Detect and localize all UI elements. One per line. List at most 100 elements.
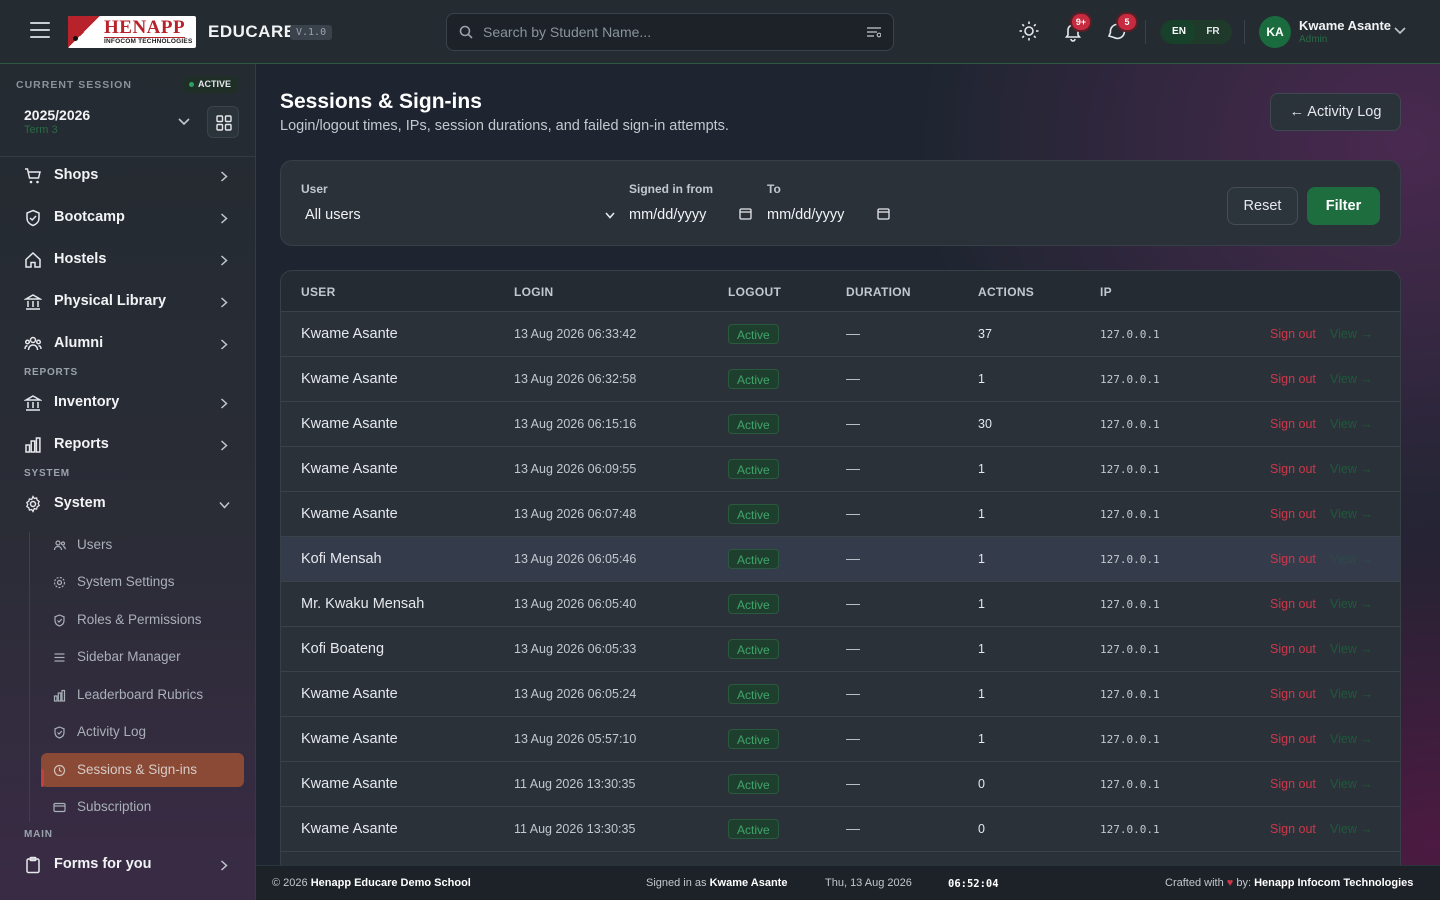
- view-link[interactable]: View →: [1330, 552, 1373, 566]
- to-label: To: [767, 182, 781, 196]
- sidebar-item-bootcamp[interactable]: Bootcamp: [16, 200, 240, 236]
- footer-copyright: © 2026 Henapp Educare Demo School: [272, 877, 471, 889]
- section-label-reports: REPORTS: [24, 367, 78, 378]
- sidebar-item-system[interactable]: System: [16, 486, 240, 522]
- view-link[interactable]: View →: [1330, 597, 1373, 611]
- status-badge: Active: [728, 504, 779, 524]
- column-header-actions: ACTIONS: [978, 285, 1035, 299]
- sidebar-item-alumni[interactable]: Alumni: [16, 326, 240, 362]
- activity-log-back-button[interactable]: ← Activity Log: [1270, 93, 1401, 131]
- view-link[interactable]: View →: [1330, 507, 1373, 521]
- table-row[interactable]: Mr. Kwaku Mensah 13 Aug 2026 06:05:40 Acti…: [281, 582, 1400, 627]
- view-link[interactable]: View →: [1330, 687, 1373, 701]
- sign-out-link[interactable]: Sign out: [1270, 327, 1316, 341]
- search-icon: [459, 25, 473, 39]
- search-input[interactable]: [483, 14, 863, 50]
- sidebar-item-hostels[interactable]: Hostels: [16, 242, 240, 278]
- session-year[interactable]: 2025/2026: [24, 107, 90, 123]
- table-row[interactable]: Kwame Asante 11 Aug 2026 13:30:35 Active — 0…: [281, 762, 1400, 807]
- calendar-icon[interactable]: [877, 207, 890, 220]
- view-link[interactable]: View →: [1330, 642, 1373, 656]
- filter-lines-icon[interactable]: [867, 26, 881, 38]
- table-row[interactable]: Kwame Asante 11 Aug 2026 13:30:35 Active — 0…: [281, 807, 1400, 852]
- sidebar-item-inventory[interactable]: Inventory: [16, 385, 240, 421]
- sign-out-link[interactable]: Sign out: [1270, 507, 1316, 521]
- chevron-down-icon[interactable]: [1394, 27, 1406, 35]
- submenu-guide-line: [29, 532, 30, 822]
- filter-button[interactable]: Filter: [1307, 187, 1380, 225]
- table-row[interactable]: Kofi Boateng 13 Aug 2026 06:05:33 Active — 1…: [281, 627, 1400, 672]
- cell-ip: 127.0.0.1: [1100, 508, 1160, 521]
- table-row[interactable]: Kwame Asante 13 Aug 2026 06:15:16 Active — 3…: [281, 402, 1400, 447]
- sidebar-item-shops[interactable]: Shops: [16, 158, 240, 194]
- user-select[interactable]: All users: [301, 201, 617, 229]
- chevron-down-icon[interactable]: [178, 118, 190, 126]
- apps-grid-button[interactable]: [207, 106, 239, 138]
- sign-out-link[interactable]: Sign out: [1270, 597, 1316, 611]
- shield-check-icon: [54, 726, 65, 739]
- table-row[interactable]: Kwame Asante 13 Aug 2026 06:33:42 Active — 3…: [281, 312, 1400, 357]
- chevron-down-icon: [219, 501, 230, 509]
- status-badge: Active: [728, 774, 779, 794]
- reset-button[interactable]: Reset: [1227, 187, 1298, 225]
- view-link[interactable]: View →: [1330, 777, 1373, 791]
- sign-out-link[interactable]: Sign out: [1270, 687, 1316, 701]
- sign-out-link[interactable]: Sign out: [1270, 642, 1316, 656]
- date-from-input[interactable]: mm/dd/yyyy: [629, 201, 755, 229]
- sidebar-item-reports[interactable]: Reports: [16, 427, 240, 463]
- sign-out-link[interactable]: Sign out: [1270, 462, 1316, 476]
- avatar[interactable]: KA: [1259, 16, 1291, 48]
- view-link[interactable]: View →: [1330, 417, 1373, 431]
- sign-out-link[interactable]: Sign out: [1270, 372, 1316, 386]
- table-row[interactable]: Kofi Mensah 13 Aug 2026 06:05:46 Active — 1 1…: [281, 537, 1400, 582]
- cell-user: Kwame Asante: [301, 506, 398, 522]
- sidebar-subitem-users[interactable]: Users: [41, 528, 244, 562]
- hamburger-menu-icon[interactable]: [30, 22, 50, 40]
- sidebar-subitem-subscription[interactable]: Subscription: [41, 790, 244, 824]
- session-term: Term 3: [24, 124, 58, 136]
- view-link[interactable]: View →: [1330, 462, 1373, 476]
- lang-en-button[interactable]: EN: [1162, 20, 1196, 44]
- date-to-input[interactable]: mm/dd/yyyy: [767, 201, 893, 229]
- sidebar-subitem-leaderboard-rubrics[interactable]: Leaderboard Rubrics: [41, 678, 244, 712]
- view-link[interactable]: View →: [1330, 822, 1373, 836]
- view-link[interactable]: View →: [1330, 372, 1373, 386]
- sign-out-link[interactable]: Sign out: [1270, 552, 1316, 566]
- lang-fr-button[interactable]: FR: [1196, 20, 1230, 44]
- table-row[interactable]: Kwame Asante 13 Aug 2026 06:09:55 Active — 1…: [281, 447, 1400, 492]
- view-link[interactable]: View →: [1330, 732, 1373, 746]
- cell-duration: —: [846, 505, 860, 521]
- sidebar-item-forms-for-you[interactable]: Forms for you: [16, 847, 240, 883]
- calendar-icon[interactable]: [739, 207, 752, 220]
- cell-ip: 127.0.0.1: [1100, 463, 1160, 476]
- user-name[interactable]: Kwame Asante: [1299, 18, 1391, 33]
- cell-duration: —: [846, 640, 860, 656]
- sidebar-item-label: Reports: [54, 436, 109, 452]
- column-header-user: USER: [301, 285, 336, 299]
- sidebar-item-physical-library[interactable]: Physical Library: [16, 284, 240, 320]
- table-row[interactable]: Kwame Asante 13 Aug 2026 06:05:24 Active — 1…: [281, 672, 1400, 717]
- sidebar-subitem-sidebar-manager[interactable]: Sidebar Manager: [41, 640, 244, 674]
- table-row[interactable]: Kwame Asante 13 Aug 2026 05:57:10 Active — 1…: [281, 717, 1400, 762]
- sidebar-subitem-system-settings[interactable]: System Settings: [41, 565, 244, 599]
- cell-user: Kwame Asante: [301, 776, 398, 792]
- sidebar-subitem-activity-log[interactable]: Activity Log: [41, 715, 244, 749]
- view-link[interactable]: View →: [1330, 327, 1373, 341]
- cell-ip: 127.0.0.1: [1100, 598, 1160, 611]
- table-row[interactable]: Kwame Asante 13 Aug 2026 06:07:48 Active — 1…: [281, 492, 1400, 537]
- logo: HENAPP INFOCOM TECHNOLOGIES: [68, 16, 196, 48]
- notifications-bell-icon[interactable]: 9+: [1062, 14, 1090, 42]
- messages-chat-icon[interactable]: 5: [1106, 14, 1136, 42]
- cell-user: Kwame Asante: [301, 371, 398, 387]
- footer-credits: Crafted with ♥ by: Henapp Infocom Techno…: [1165, 877, 1414, 889]
- cell-actions: 30: [978, 417, 992, 431]
- sun-icon[interactable]: [1018, 20, 1040, 42]
- sign-out-link[interactable]: Sign out: [1270, 822, 1316, 836]
- cell-duration: —: [846, 730, 860, 746]
- table-row[interactable]: Kwame Asante 13 Aug 2026 06:32:58 Active — 1…: [281, 357, 1400, 402]
- sign-out-link[interactable]: Sign out: [1270, 777, 1316, 791]
- sign-out-link[interactable]: Sign out: [1270, 417, 1316, 431]
- sign-out-link[interactable]: Sign out: [1270, 732, 1316, 746]
- sidebar-subitem-roles-permissions[interactable]: Roles & Permissions: [41, 603, 244, 637]
- sidebar-subitem-sessions-sign-ins[interactable]: Sessions & Sign-ins: [41, 753, 244, 787]
